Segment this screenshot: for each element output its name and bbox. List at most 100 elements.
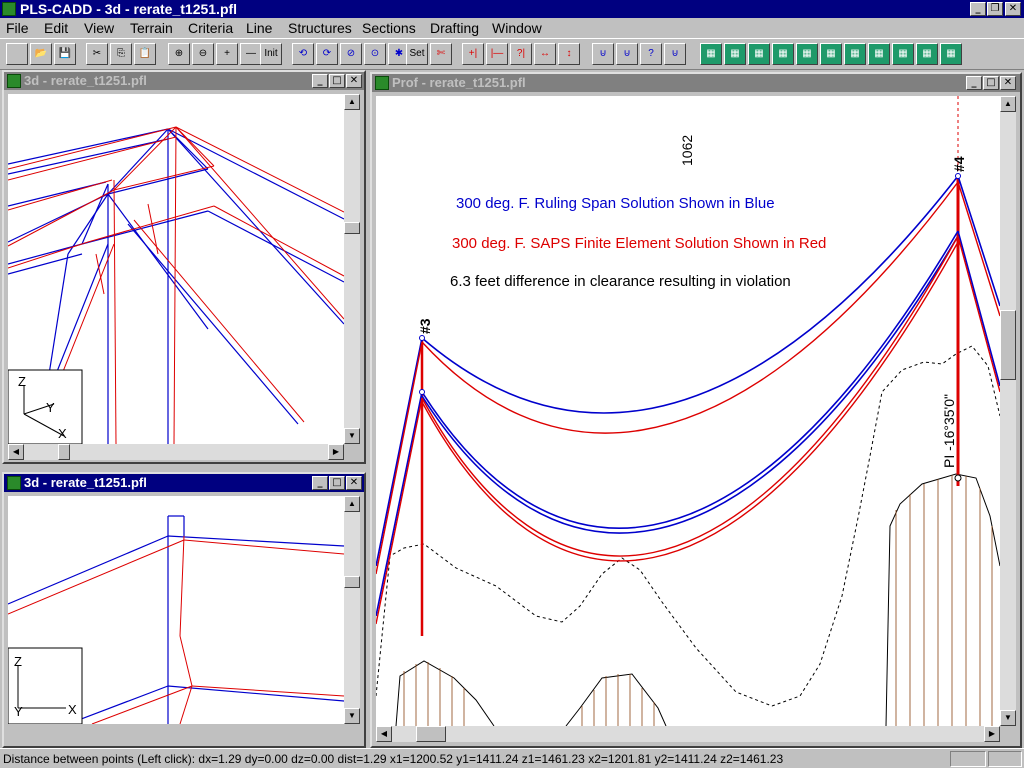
view-9-button[interactable]: ▦	[892, 43, 914, 65]
query-structure-button[interactable]: ?|	[510, 43, 532, 65]
scroll-right-button[interactable]: ▶	[984, 726, 1000, 742]
scroll-thumb[interactable]	[344, 576, 360, 588]
sag-query-button[interactable]: ?	[640, 43, 662, 65]
restore-button[interactable]: ❐	[987, 2, 1003, 16]
rotate-cw-button[interactable]: ⊙	[364, 43, 386, 65]
new-button[interactable]	[6, 43, 28, 65]
paste-button[interactable]: 📋	[134, 43, 156, 65]
sag-tool-1-button[interactable]: ⊍	[592, 43, 614, 65]
window-profile-title: Prof - rerate_t1251.pfl	[392, 75, 526, 90]
profile-view-canvas[interactable]: 1062 #3 #4 PI -16°35'0" 300 deg. F. Ruli…	[376, 96, 1000, 726]
view-5-button[interactable]: ▦	[796, 43, 818, 65]
save-button[interactable]: 💾	[54, 43, 76, 65]
zoom-out-button[interactable]: ⊖	[192, 43, 214, 65]
sag-tool-2-button[interactable]: ⊍	[616, 43, 638, 65]
init-button[interactable]: Init	[260, 43, 282, 65]
window-3d-bottom-title-bar[interactable]: 3d - rerate_t1251.pfl _ □ ✕	[4, 474, 364, 492]
pan-plus-button[interactable]: +	[216, 43, 238, 65]
axis-z-label: Z	[14, 654, 22, 669]
scroll-up-button[interactable]: ▲	[344, 94, 360, 110]
minimize-button[interactable]: _	[970, 2, 986, 16]
view-11-button[interactable]: ▦	[940, 43, 962, 65]
scroll-down-button[interactable]: ▼	[344, 428, 360, 444]
scissors-button[interactable]: ✄	[430, 43, 452, 65]
add-structure-button[interactable]: +|	[462, 43, 484, 65]
horizontal-scrollbar[interactable]: ◀ ▶	[8, 444, 344, 460]
view-7-button[interactable]: ▦	[844, 43, 866, 65]
scroll-thumb[interactable]	[344, 222, 360, 234]
menu-drafting[interactable]: Drafting	[430, 20, 479, 36]
menu-line[interactable]: Line	[246, 20, 272, 36]
app-icon[interactable]	[2, 2, 16, 16]
scroll-right-button[interactable]: ▶	[328, 444, 344, 460]
view-8-button[interactable]: ▦	[868, 43, 890, 65]
delete-structure-button[interactable]: |—	[486, 43, 508, 65]
minimize-button[interactable]: _	[312, 74, 328, 88]
cut-button[interactable]: ✂	[86, 43, 108, 65]
rotate-right-button[interactable]: ⟳	[316, 43, 338, 65]
window-profile-title-bar[interactable]: Prof - rerate_t1251.pfl _ □ ✕	[372, 74, 1020, 92]
view-10-button[interactable]: ▦	[916, 43, 938, 65]
vertical-scrollbar[interactable]: ▲ ▼	[344, 94, 360, 444]
red-solution-note: 300 deg. F. SAPS Finite Element Solution…	[452, 235, 826, 252]
app-title: PLS-CADD - 3d - rerate_t1251.pfl	[20, 1, 238, 17]
scroll-down-button[interactable]: ▼	[344, 708, 360, 724]
scroll-up-button[interactable]: ▲	[344, 496, 360, 512]
scroll-left-button[interactable]: ◀	[8, 444, 24, 460]
view-6-button[interactable]: ▦	[820, 43, 842, 65]
menu-file[interactable]: File	[6, 20, 29, 36]
view-2-button[interactable]: ▦	[724, 43, 746, 65]
status-pane	[988, 751, 1022, 767]
close-button[interactable]: ✕	[1005, 2, 1021, 16]
window-3d-top-title-bar[interactable]: 3d - rerate_t1251.pfl _ □ ✕	[4, 72, 364, 90]
move-vertical-button[interactable]: ↕	[558, 43, 580, 65]
view-4-button[interactable]: ▦	[772, 43, 794, 65]
menu-view[interactable]: View	[84, 20, 114, 36]
menu-terrain[interactable]: Terrain	[130, 20, 173, 36]
scroll-up-button[interactable]: ▲	[1000, 96, 1016, 112]
window-icon	[7, 74, 21, 88]
open-button[interactable]: 📂	[30, 43, 52, 65]
axis-x-label: X	[68, 702, 77, 717]
scroll-thumb[interactable]	[1000, 310, 1016, 380]
scroll-down-button[interactable]: ▼	[1000, 710, 1016, 726]
toolbar: 📂 💾 ✂ ⎘ 📋 ⊕ ⊖ + — Init ⟲ ⟳ ⊘ ⊙ ✱ Set ✄ +| |— ?| ↔ ↕ ⊍ ⊍? ⊍ ▦ ▦ ▦ ▦ ▦ ▦…	[0, 38, 1024, 70]
menu-window[interactable]: Window	[492, 20, 542, 36]
rotate-ccw-button[interactable]: ⊘	[340, 43, 362, 65]
set-button[interactable]: Set	[406, 43, 428, 65]
minimize-button[interactable]: _	[312, 476, 328, 490]
maximize-button[interactable]: □	[329, 74, 345, 88]
scroll-thumb[interactable]	[416, 726, 446, 742]
maximize-button[interactable]: □	[329, 476, 345, 490]
maximize-button[interactable]: □	[983, 76, 999, 90]
structure-3-label: #3	[417, 318, 433, 334]
clearance-note: 6.3 feet difference in clearance resulti…	[450, 273, 791, 290]
menu-sections[interactable]: Sections	[362, 20, 416, 36]
vertical-scrollbar[interactable]: ▲ ▼	[1000, 96, 1016, 726]
window-profile: Prof - rerate_t1251.pfl _ □ ✕ 1062 #3 #4…	[370, 72, 1022, 748]
horizontal-scrollbar[interactable]: ◀ ▶	[376, 726, 1000, 742]
pan-minus-button[interactable]: —	[240, 43, 262, 65]
minimize-button[interactable]: _	[966, 76, 982, 90]
close-button[interactable]: ✕	[1000, 76, 1016, 90]
3d-view-top-canvas[interactable]: Z Y X	[8, 94, 344, 444]
close-button[interactable]: ✕	[346, 74, 362, 88]
scroll-left-button[interactable]: ◀	[376, 726, 392, 742]
3d-view-bottom-canvas[interactable]: Z X Y	[8, 496, 344, 724]
menu-structures[interactable]: Structures	[288, 20, 352, 36]
view-3-button[interactable]: ▦	[748, 43, 770, 65]
menu-criteria[interactable]: Criteria	[188, 20, 233, 36]
move-structure-button[interactable]: ↔	[534, 43, 556, 65]
menu-edit[interactable]: Edit	[44, 20, 68, 36]
scroll-thumb[interactable]	[58, 444, 70, 460]
copy-button[interactable]: ⎘	[110, 43, 132, 65]
sag-tool-3-button[interactable]: ⊍	[664, 43, 686, 65]
3d-wireframe-top: Z Y X	[8, 126, 344, 444]
profile-drawing: 1062 #3 #4 PI -16°35'0" 300 deg. F. Ruli…	[376, 96, 1000, 726]
rotate-left-button[interactable]: ⟲	[292, 43, 314, 65]
view-1-button[interactable]: ▦	[700, 43, 722, 65]
close-button[interactable]: ✕	[346, 476, 362, 490]
window-3d-top-title: 3d - rerate_t1251.pfl	[24, 73, 147, 88]
zoom-in-button[interactable]: ⊕	[168, 43, 190, 65]
vertical-scrollbar[interactable]: ▲ ▼	[344, 496, 360, 724]
